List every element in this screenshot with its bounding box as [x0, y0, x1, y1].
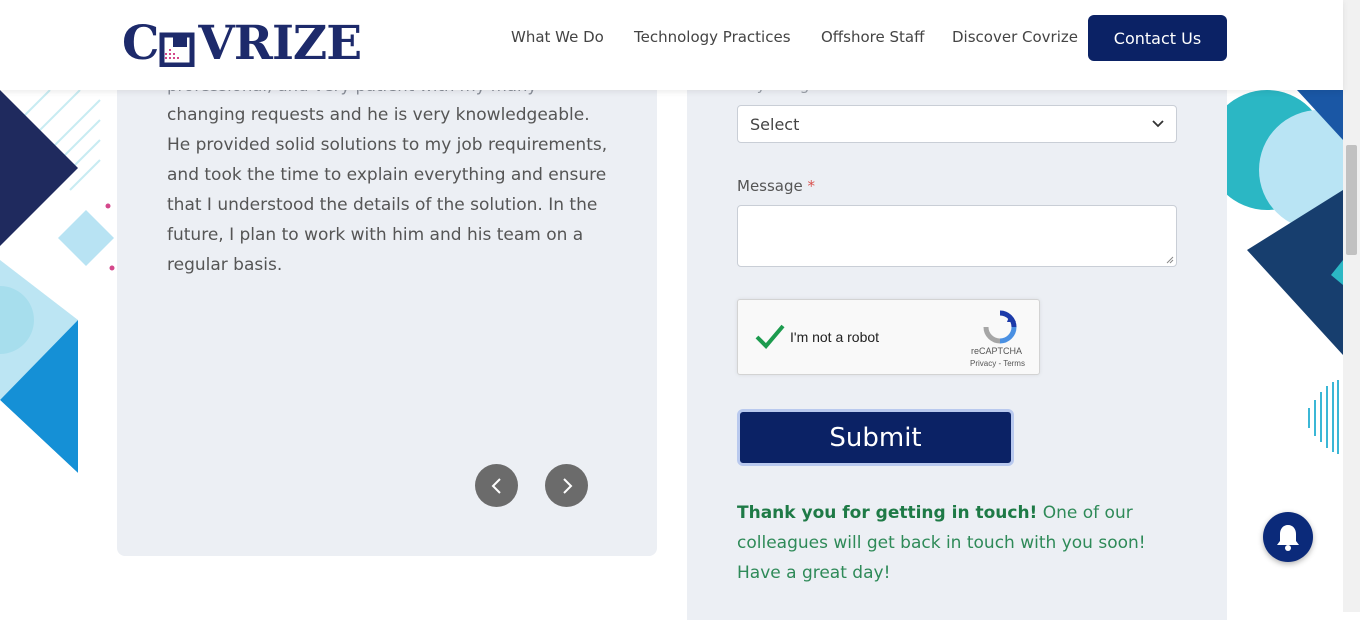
submit-button[interactable]: Submit — [737, 409, 1014, 466]
carousel-next-button[interactable] — [545, 464, 588, 507]
chevron-down-icon — [1152, 120, 1164, 128]
nav-what-we-do[interactable]: What We Do — [511, 28, 604, 46]
recaptcha-logo-icon — [983, 310, 1017, 344]
notification-bell-button[interactable] — [1263, 512, 1313, 562]
decorative-shapes-right — [1227, 90, 1343, 470]
carousel-prev-button[interactable] — [475, 464, 518, 507]
required-asterisk: * — [807, 177, 816, 195]
contact-us-button[interactable]: Contact Us — [1088, 15, 1227, 61]
message-label-text: Message — [737, 177, 803, 195]
checkmark-icon — [755, 324, 785, 349]
page-scrollbar[interactable] — [1343, 0, 1360, 612]
chevron-left-icon — [491, 477, 501, 494]
logo-letters-vrize: VRIZE — [198, 15, 362, 71]
logo-o-mark-icon — [159, 24, 197, 68]
testimonial-text: changing requests and he is very knowled… — [167, 105, 608, 275]
recaptcha-brand: reCAPTCHA — [971, 346, 1023, 356]
message-textarea[interactable] — [737, 205, 1177, 267]
site-header: C VRIZE What We Do Technology Practices … — [0, 0, 1343, 90]
recaptcha-widget[interactable]: I'm not a robot reCAPTCHA Privacy - Term… — [737, 299, 1040, 375]
bell-icon — [1277, 525, 1299, 551]
recaptcha-links[interactable]: Privacy - Terms — [970, 359, 1025, 368]
chevron-right-icon — [562, 477, 572, 494]
logo-letter-c: C — [122, 15, 159, 71]
nav-discover-covrize[interactable]: Discover Covrize — [952, 28, 1078, 46]
thank-you-message: Thank you for getting in touch! One of o… — [737, 498, 1187, 588]
budget-select-value: Select — [750, 114, 800, 134]
budget-select[interactable]: Select — [737, 105, 1177, 143]
nav-offshore-staff[interactable]: Offshore Staff — [821, 28, 924, 46]
covrize-logo[interactable]: C VRIZE — [122, 16, 362, 71]
message-label: Message * — [737, 177, 815, 195]
resize-grip-icon[interactable] — [1166, 256, 1174, 264]
nav-technology-practices[interactable]: Technology Practices — [634, 28, 791, 46]
thank-you-heading: Thank you for getting in touch! — [737, 503, 1038, 523]
recaptcha-label: I'm not a robot — [790, 329, 880, 345]
decorative-shapes-left — [0, 90, 120, 490]
scrollbar-thumb[interactable] — [1346, 145, 1357, 255]
